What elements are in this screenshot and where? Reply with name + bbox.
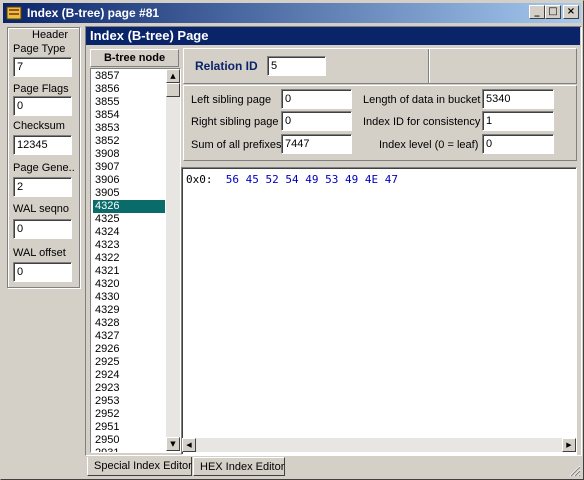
page-flags-field[interactable]: 0 — [13, 96, 72, 116]
title-bar[interactable]: Index (B-tree) page #81 _ □ × — [3, 3, 581, 23]
tab-hex-index-editor[interactable]: HEX Index Editor — [193, 457, 285, 476]
data-length-field[interactable]: 5340 — [482, 89, 554, 109]
btree-node-item[interactable]: 3857 — [93, 70, 165, 83]
btree-node-item[interactable]: 2950 — [93, 434, 165, 447]
hex-dump-view[interactable]: 0x0: 56 45 52 54 49 53 49 4E 47 — [181, 167, 577, 455]
wal-seqno-field[interactable]: 0 — [13, 219, 72, 239]
header-caption: Header — [30, 29, 71, 41]
btree-node-item[interactable]: 3855 — [93, 96, 165, 109]
wal-offset-field[interactable]: 0 — [13, 262, 72, 282]
btree-node-item[interactable]: 4323 — [93, 239, 165, 252]
maximize-button[interactable]: □ — [545, 5, 561, 19]
btree-node-item[interactable]: 4328 — [93, 317, 165, 330]
btree-node-item[interactable]: 4321 — [93, 265, 165, 278]
btree-node-item[interactable]: 3852 — [93, 135, 165, 148]
btree-node-item[interactable]: 2924 — [93, 369, 165, 382]
btree-node-item[interactable]: 3856 — [93, 83, 165, 96]
btree-node-item[interactable]: 3853 — [93, 122, 165, 135]
left-sibling-field[interactable]: 0 — [281, 89, 352, 109]
checksum-label: Checksum — [13, 120, 65, 132]
relation-divider — [428, 49, 430, 83]
tab-special-index-editor[interactable]: Special Index Editor — [87, 457, 192, 476]
data-length-label: Length of data in bucket — [363, 94, 481, 106]
wal-offset-label: WAL offset — [13, 247, 66, 259]
scroll-thumb[interactable] — [166, 83, 180, 97]
tab-label: HEX Index Editor — [200, 461, 285, 473]
close-button[interactable]: × — [563, 5, 579, 19]
wal-seqno-label: WAL seqno — [13, 203, 70, 215]
btree-node-item[interactable]: 2931 — [93, 447, 165, 452]
section-title-text: Index (B-tree) Page — [90, 28, 209, 43]
checksum-field[interactable]: 12345 — [13, 135, 72, 155]
btree-vertical-scrollbar[interactable]: ▲ ▼ — [166, 69, 180, 451]
hex-offset: 0x0: — [186, 173, 213, 186]
right-sibling-label: Right sibling page — [191, 116, 279, 128]
btree-node-item[interactable]: 3906 — [93, 174, 165, 187]
index-id-field[interactable]: 1 — [482, 111, 554, 131]
relation-id-label: Relation ID — [195, 59, 258, 73]
tab-label: Special Index Editor — [94, 460, 192, 472]
left-sibling-label: Left sibling page — [191, 94, 272, 106]
relation-id-field[interactable]: 5 — [267, 56, 326, 76]
btree-node-item[interactable]: 2923 — [93, 382, 165, 395]
btree-node-item[interactable]: 4322 — [93, 252, 165, 265]
scroll-left-arrow-icon[interactable]: ◀ — [182, 438, 196, 452]
btree-node-item[interactable]: 3905 — [93, 187, 165, 200]
hex-horizontal-scrollbar[interactable]: ◀ ▶ — [182, 438, 576, 452]
page-generation-field[interactable]: 2 — [13, 177, 72, 197]
btree-node-item[interactable]: 2952 — [93, 408, 165, 421]
sum-prefixes-field[interactable]: 7447 — [281, 134, 352, 154]
scroll-down-arrow-icon[interactable]: ▼ — [166, 437, 180, 451]
window-title: Index (B-tree) page #81 — [27, 6, 160, 20]
index-id-label: Index ID for consistency — [363, 116, 481, 128]
app-icon — [6, 6, 22, 20]
scroll-up-arrow-icon[interactable]: ▲ — [166, 69, 180, 83]
hex-line: 0x0: 56 45 52 54 49 53 49 4E 47 — [186, 173, 398, 186]
page-generation-label: Page Gene.. — [13, 162, 75, 174]
btree-node-item[interactable]: 3907 — [93, 161, 165, 174]
page-type-field[interactable]: 7 — [13, 57, 72, 77]
btree-list-header[interactable]: B-tree node — [90, 49, 179, 67]
section-title: Index (B-tree) Page — [86, 27, 580, 45]
btree-node-item[interactable]: 4320 — [93, 278, 165, 291]
minimize-button[interactable]: _ — [529, 5, 545, 19]
btree-node-item[interactable]: 2926 — [93, 343, 165, 356]
page-type-label: Page Type — [13, 43, 66, 55]
resize-grip-icon[interactable] — [569, 465, 581, 477]
scroll-right-arrow-icon[interactable]: ▶ — [562, 438, 576, 452]
btree-node-item[interactable]: 3854 — [93, 109, 165, 122]
btree-node-item[interactable]: 2925 — [93, 356, 165, 369]
hex-bytes: 56 45 52 54 49 53 49 4E 47 — [225, 173, 398, 186]
index-level-label: Index level (0 = leaf) — [379, 139, 479, 151]
right-sibling-field[interactable]: 0 — [281, 111, 352, 131]
btree-node-item[interactable]: 2953 — [93, 395, 165, 408]
btree-node-item[interactable]: 4324 — [93, 226, 165, 239]
btree-node-item[interactable]: 3908 — [93, 148, 165, 161]
index-level-field[interactable]: 0 — [482, 134, 554, 154]
btree-node-item[interactable]: 4329 — [93, 304, 165, 317]
app-window: Index (B-tree) page #81 _ □ × Header Pag… — [0, 0, 584, 480]
btree-node-item[interactable]: 4330 — [93, 291, 165, 304]
btree-node-item[interactable]: 4326 — [93, 200, 165, 213]
page-flags-label: Page Flags — [13, 83, 69, 95]
sum-prefixes-label: Sum of all prefixes — [191, 139, 282, 151]
btree-node-item[interactable]: 4327 — [93, 330, 165, 343]
btree-node-item[interactable]: 4325 — [93, 213, 165, 226]
btree-node-item[interactable]: 2951 — [93, 421, 165, 434]
